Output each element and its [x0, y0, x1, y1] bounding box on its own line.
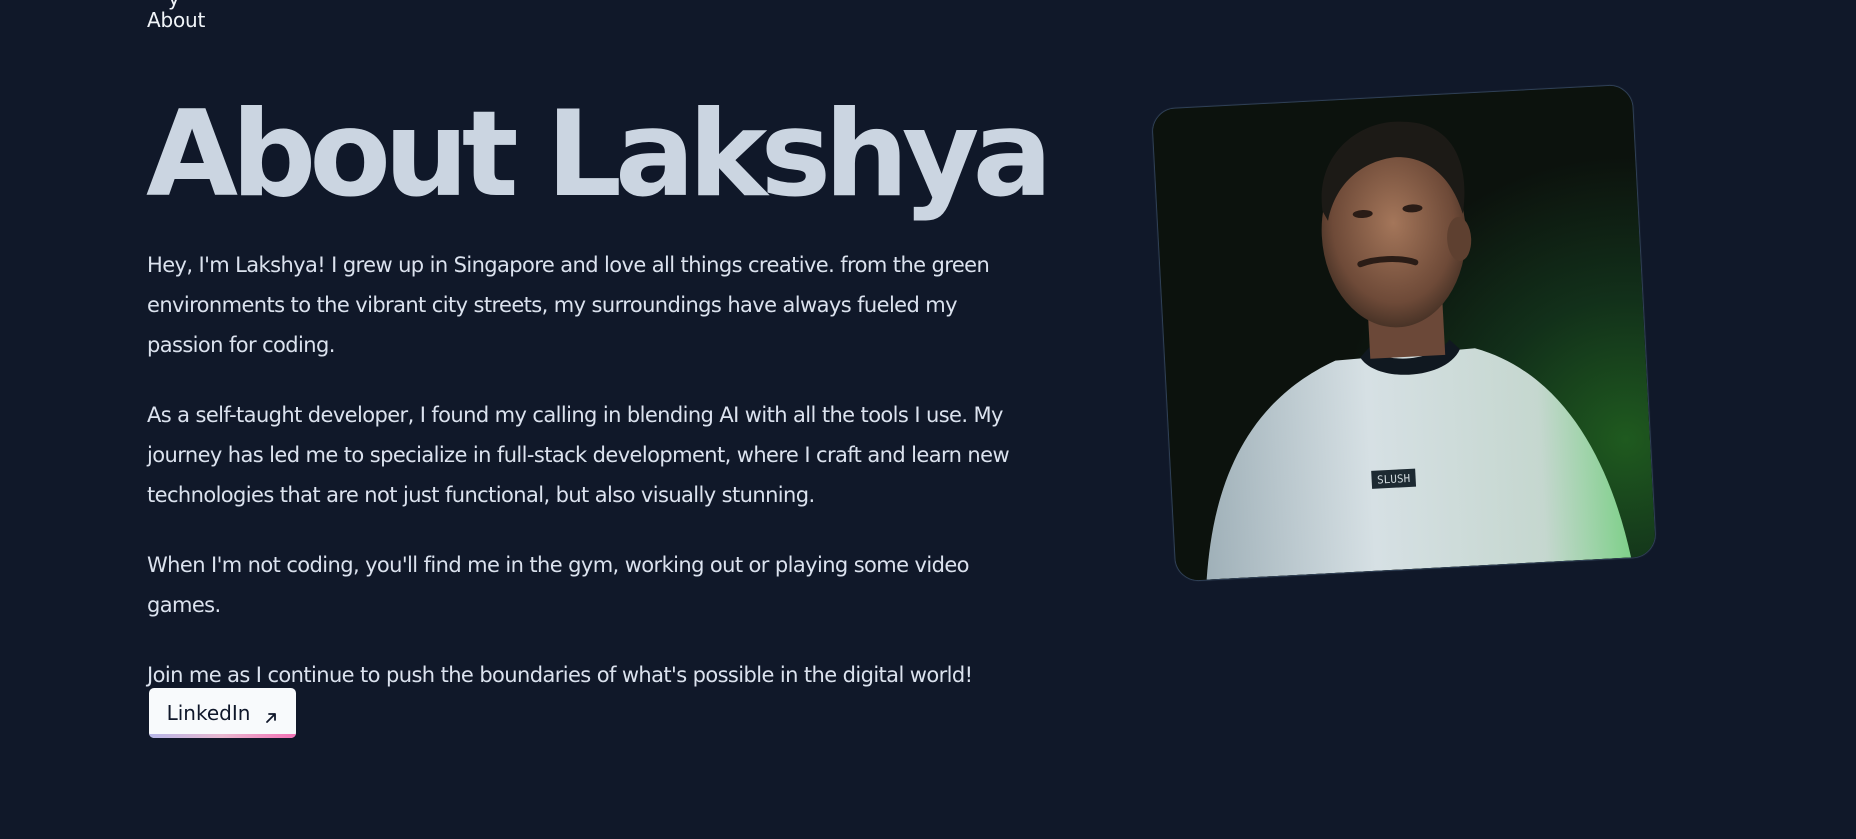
bio-paragraph-intro: Hey, I'm Lakshya! I grew up in Singapore… — [147, 253, 990, 357]
linkedin-button-label: LinkedIn — [166, 701, 251, 725]
linkedin-button[interactable]: LinkedIn — [149, 688, 296, 738]
bio-paragraph-developer: As a self-taught developer, I found my c… — [147, 403, 1010, 507]
page-title: About Lakshya — [146, 86, 1053, 224]
shirt-logo-text: SLUSH — [1377, 472, 1411, 487]
nav-link-about[interactable]: About — [147, 8, 205, 32]
bio-section: Hey, I'm Lakshya! I grew up in Singapore… — [147, 245, 1027, 725]
profile-photo-frame: SLUSH — [1150, 83, 1658, 583]
bio-paragraph-hobbies: When I'm not coding, you'll find me in t… — [147, 553, 970, 617]
arrow-up-right-icon — [264, 706, 278, 723]
profile-photo: SLUSH — [1151, 84, 1657, 582]
